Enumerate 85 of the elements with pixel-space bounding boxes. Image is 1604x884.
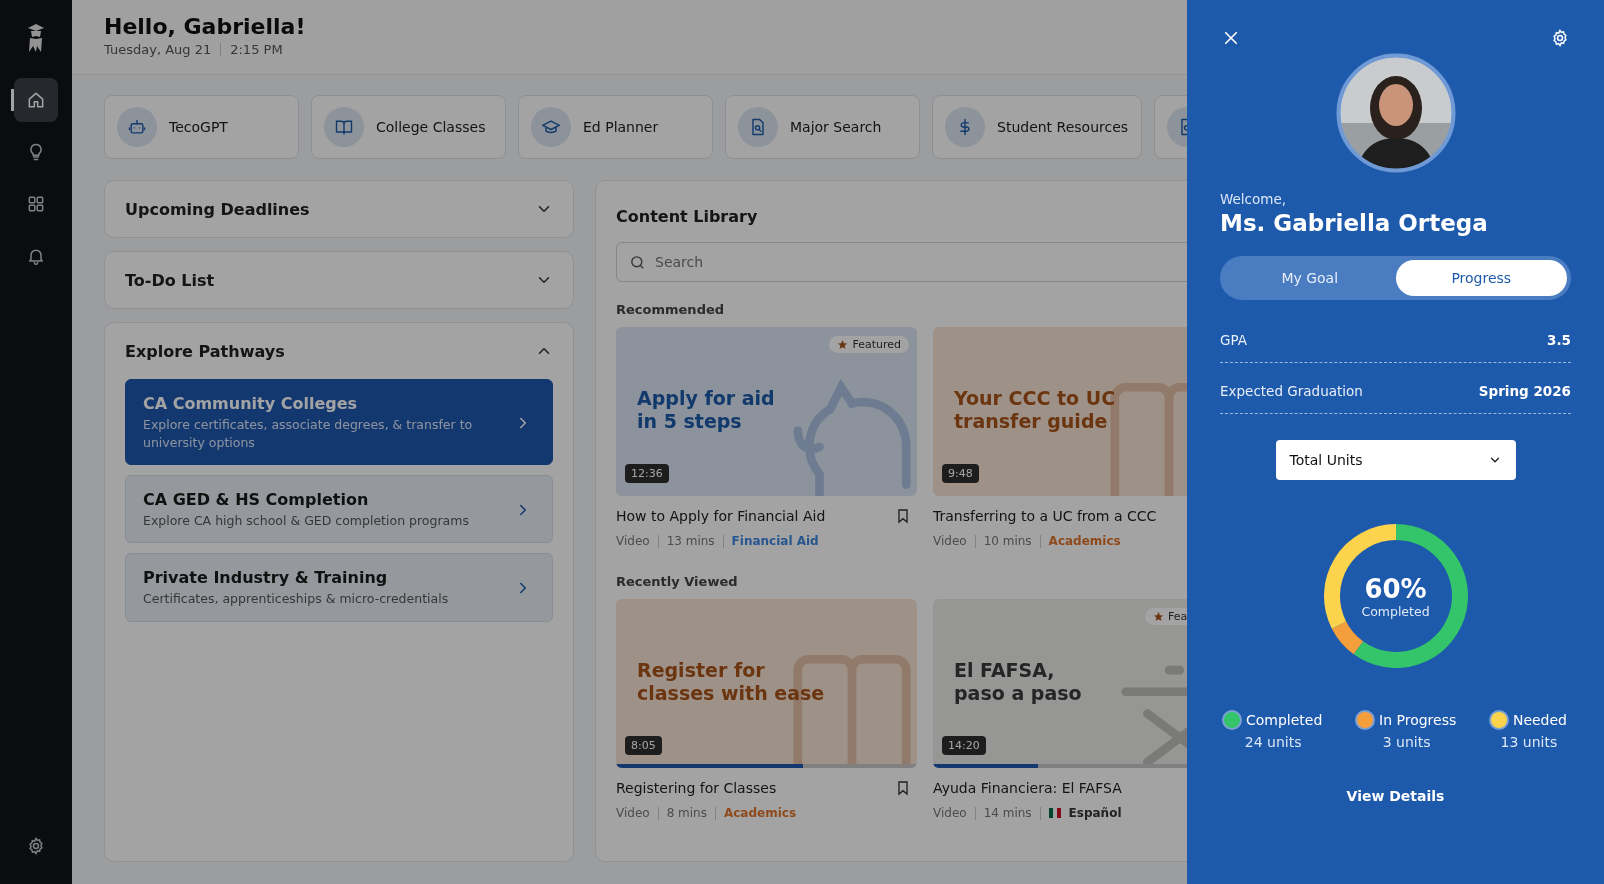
media-type: Video [933,806,967,820]
video-title: How to Apply for Financial Aid [616,508,826,524]
video-title: Ayuda Financiera: El FAFSA [933,780,1122,796]
duration-badge: 12:36 [625,464,669,483]
legend-label: Completed [1246,712,1323,728]
content-library-title: Content Library [616,207,759,226]
legend-units: 13 units [1500,734,1558,750]
duration-badge: 14:20 [942,736,986,755]
bookmark-icon[interactable] [895,508,911,524]
shortcut-card[interactable]: Major Search [725,95,920,159]
user-name: Ms. Gabriella Ortega [1220,210,1489,236]
media-type: Video [616,534,650,548]
pathway-description: Explore certificates, associate degrees, & transfer to university options [143,416,474,453]
graduation-cap-icon [531,107,571,147]
star-icon [837,339,849,350]
shortcut-card[interactable]: Ed Planner [518,95,713,159]
document-search-icon [738,107,778,147]
bookmark-icon[interactable] [895,780,911,796]
grid-icon [26,194,46,214]
pathway-title: CA Community Colleges [143,394,359,413]
thumbnail-headline: Apply for aid in 5 steps [637,387,775,433]
video-length: 13 mins [666,534,715,548]
pathway-description: Certificates, apprenticeships & micro-credentials [143,590,449,609]
video-thumbnail[interactable]: Register for classes with ease 8:05 [616,599,917,768]
media-type: Video [933,534,967,548]
dollar-icon [945,107,985,147]
accordion-header[interactable]: Explore Pathways [105,323,573,379]
gear-icon [26,836,46,856]
pathway-title: Private Industry & Training [143,568,389,588]
time-text: 2:15 PM [230,42,283,57]
stat-label: GPA [1220,332,1247,348]
welcome-text: Welcome, [1220,191,1288,207]
pathway-item[interactable]: CA Community Colleges Explore certificates, associate degrees, & transfer to university options [125,379,553,466]
video-thumbnail[interactable]: El FAFSA, paso a paso Fea 14:20 [933,599,1187,768]
pathway-item[interactable]: CA GED & HS Completion Explore CA high school & GED completion programs [125,475,553,544]
stat-value: Spring 2026 [1478,383,1571,399]
pathway-description: Explore CA high school & GED completion programs [143,512,469,531]
date-text: Tuesday, Aug 21 [104,42,212,57]
video-length: 8 mins [666,806,707,820]
video-length: 10 mins [983,534,1032,548]
duration-badge: 9:48 [942,464,979,483]
percent-label: Completed [1361,603,1430,619]
stat-label: Expected Graduation [1220,383,1363,399]
legend-label: In Progress [1379,712,1457,728]
book-icon [324,107,364,147]
units-dropdown[interactable]: Total Units [1275,440,1516,480]
shortcut-card[interactable]: TecoGPT [104,95,299,159]
featured-badge: Featured [829,336,909,353]
video-thumbnail[interactable]: Apply for aid in 5 steps Featured 12:36 [616,327,917,496]
accordion-header[interactable]: Upcoming Deadlines [105,181,573,237]
thumbnail-headline: Your CCC to UC transfer guide [954,387,1116,433]
section-heading: Recently Viewed [616,574,739,589]
view-details-link[interactable]: View Details [1346,788,1445,804]
tab[interactable]: My Goal [1224,260,1396,296]
search-icon [629,254,646,271]
search-field[interactable]: Search [616,242,1187,282]
thumbnail-headline: El FAFSA, paso a paso [954,659,1082,705]
stat-value: 3.5 [1547,332,1571,348]
legend-label: Needed [1512,712,1567,728]
home-icon [26,90,46,110]
tab[interactable]: Progress [1395,260,1567,296]
robot-icon [117,107,157,147]
legend-units: 24 units [1244,734,1302,750]
section-heading: Recommended [616,302,726,317]
nav-button[interactable] [14,78,58,122]
gear-icon [1550,28,1570,48]
thumbnail-headline: Register for classes with ease [637,659,825,705]
video-title: Transferring to a UC from a CCC [933,508,1157,524]
star-icon [1153,611,1164,622]
accordion-header[interactable]: To-Do List [105,252,573,308]
legend-units: 3 units [1382,734,1431,750]
close-icon [1222,29,1240,47]
category-tag[interactable]: Español [1068,806,1122,820]
shortcut-card[interactable]: College Classes [311,95,506,159]
video-title: Registering for Classes [616,780,777,796]
pathway-title: CA GED & HS Completion [143,490,370,510]
duration-badge: 8:05 [625,736,662,755]
percent-value: 60% [1364,573,1427,604]
greeting-title: Hello, Gabriella! [104,14,307,39]
featured-badge: Fea [1145,608,1187,625]
video-thumbnail[interactable]: Your CCC to UC transfer guide 9:48 [933,327,1187,496]
pathway-item[interactable]: Private Industry & Training Certificates, apprenticeships & micro-credentials [125,553,553,622]
media-type: Video [616,806,650,820]
video-length: 14 mins [983,806,1032,820]
shortcut-card[interactable]: Student Resources [932,95,1142,159]
